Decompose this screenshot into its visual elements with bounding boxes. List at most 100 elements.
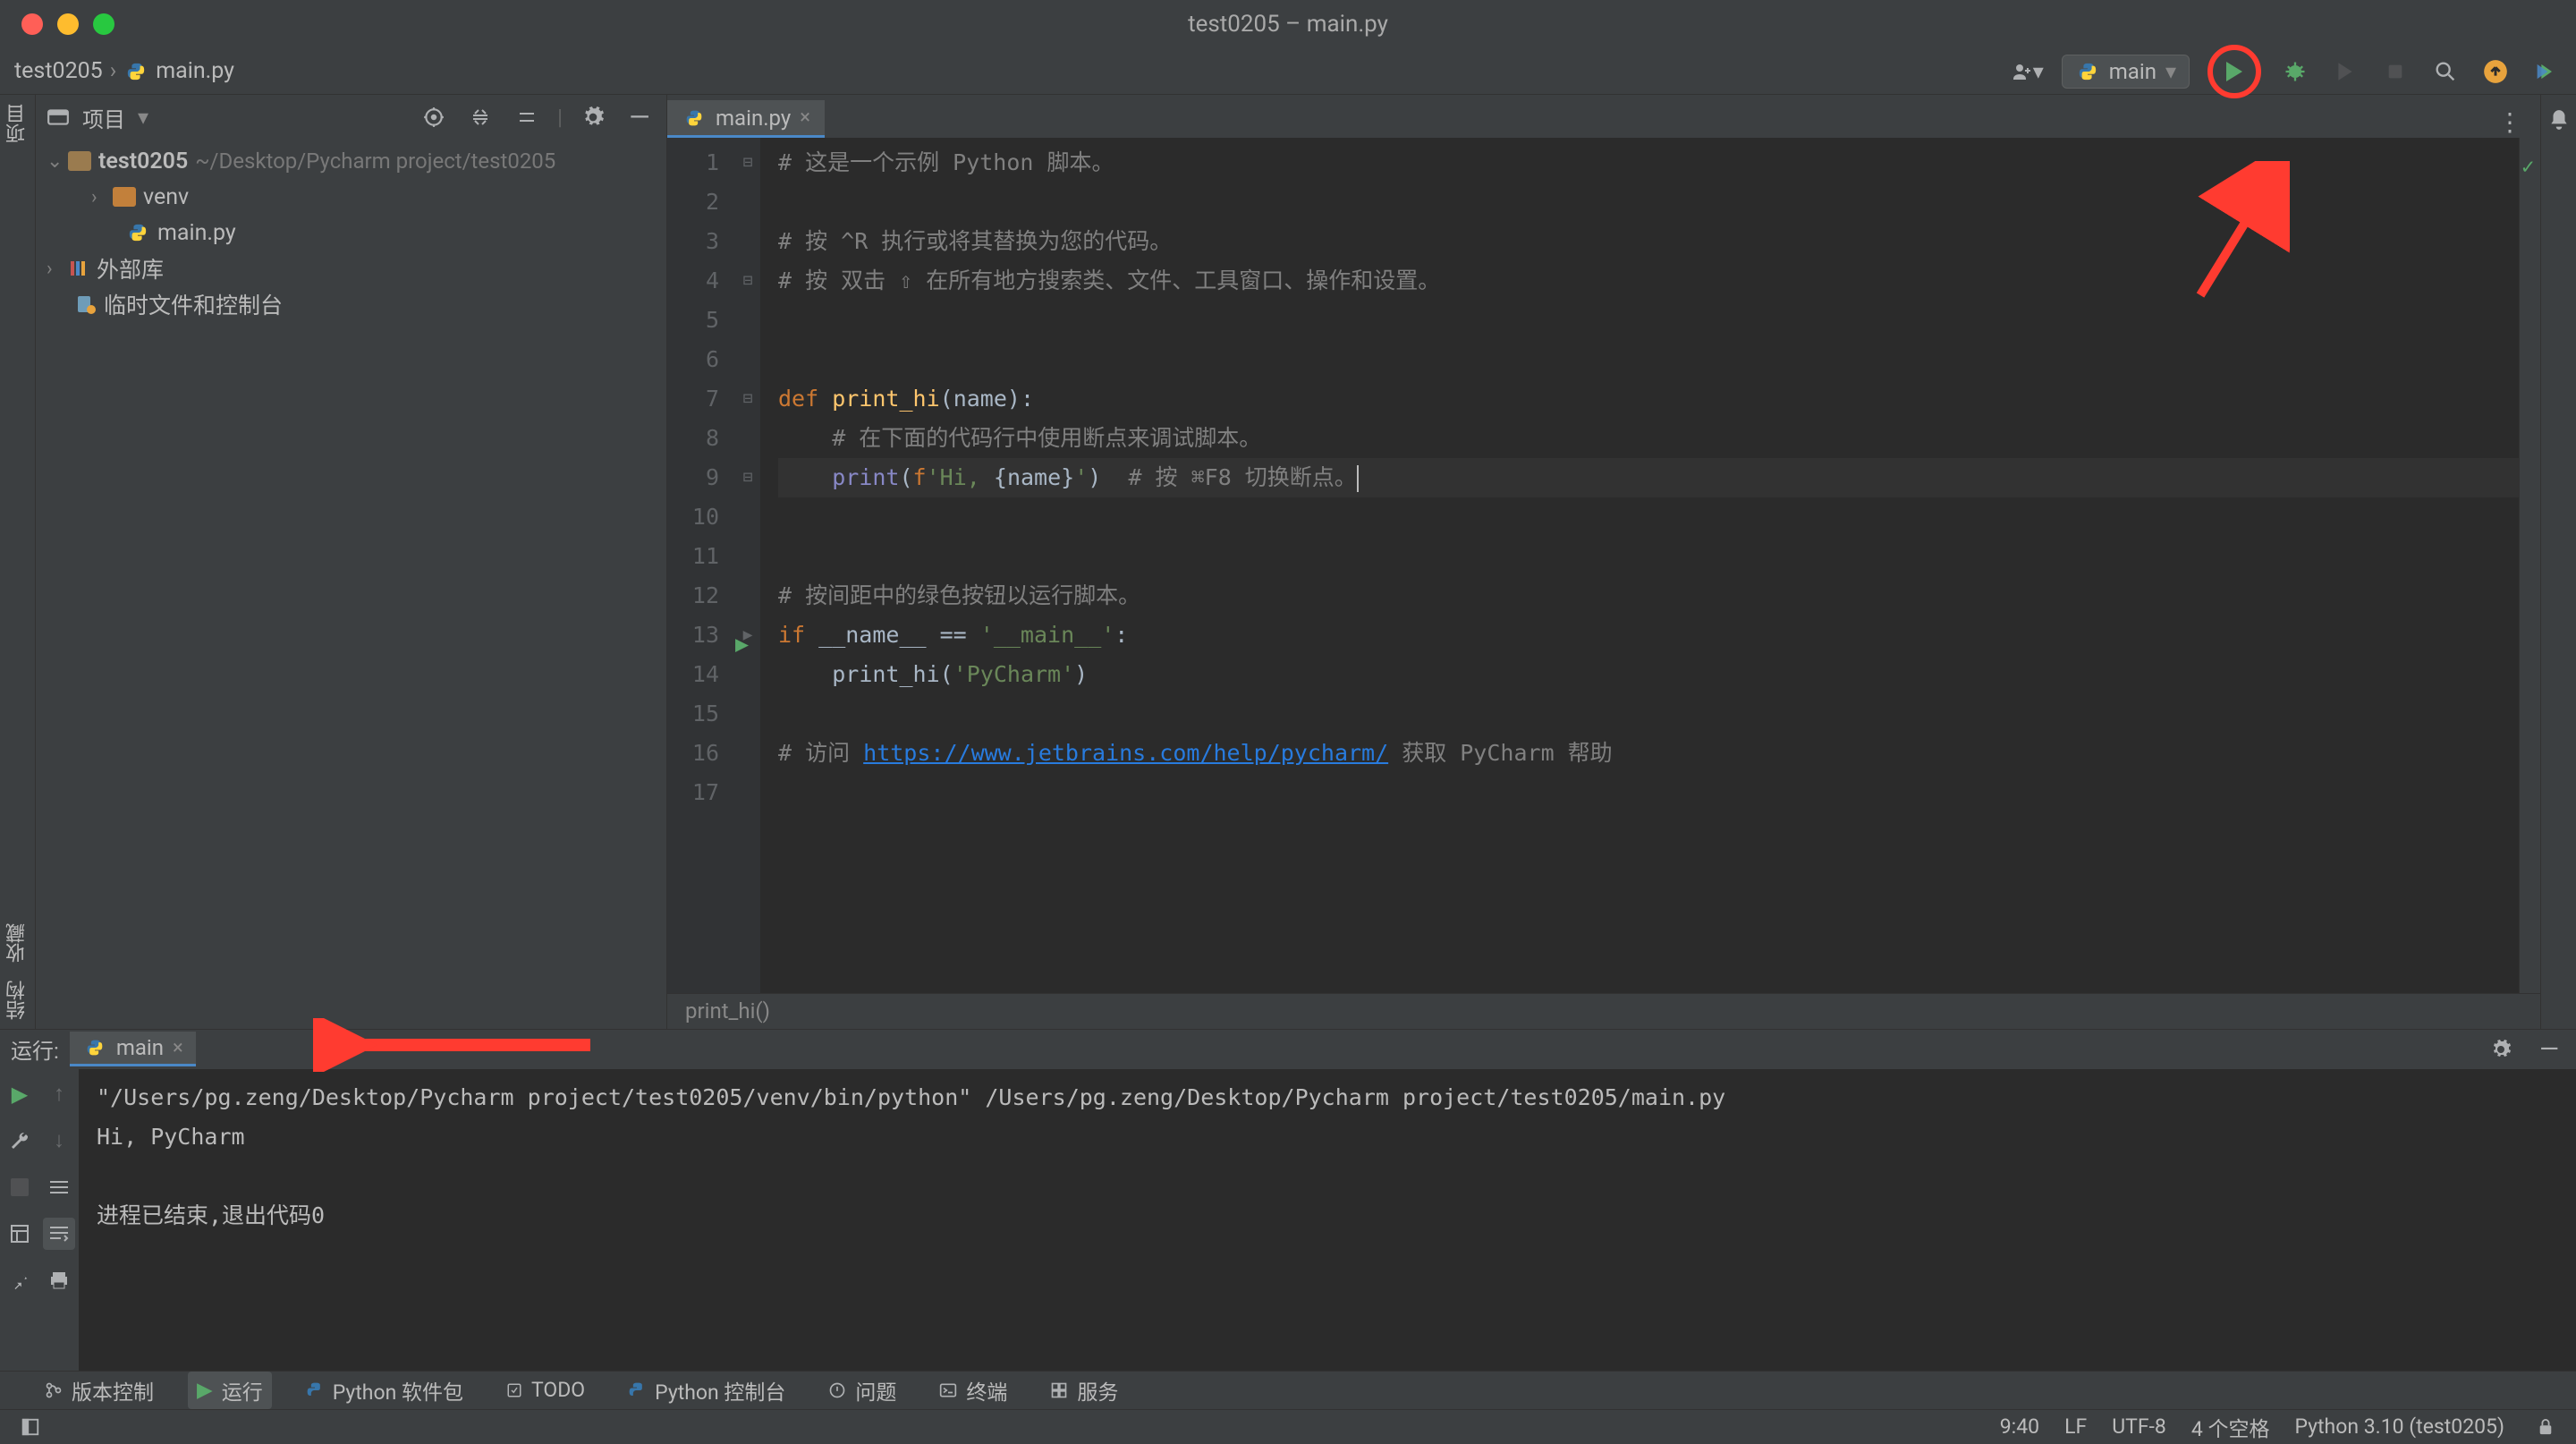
editor-tab-bar: main.py × ⋮	[667, 95, 2540, 138]
wrench-icon[interactable]	[4, 1125, 36, 1157]
editor-breadcrumb[interactable]: print_hi()	[667, 993, 2540, 1029]
breadcrumb-project[interactable]: test0205	[14, 58, 103, 84]
tree-item-scratches[interactable]: 临时文件和控制台	[36, 286, 666, 322]
tab-run[interactable]: ▶运行	[188, 1372, 272, 1409]
chevron-right-icon[interactable]: ›	[47, 258, 61, 280]
tab-problems[interactable]: 问题	[819, 1372, 905, 1409]
left-tool-gutter: 项目 收藏 结构	[0, 95, 36, 1029]
tree-item-venv[interactable]: › venv	[36, 179, 666, 215]
status-indent[interactable]: 4 个空格	[2191, 1412, 2270, 1442]
status-bar: 9:40 LF UTF-8 4 个空格 Python 3.10 (test020…	[0, 1409, 2576, 1444]
hide-panel-icon[interactable]: —	[623, 101, 656, 133]
tree-item-label: main.py	[157, 220, 236, 246]
gear-icon[interactable]	[2485, 1033, 2517, 1066]
tree-root[interactable]: ⌄ test0205 ~/Desktop/Pycharm project/tes…	[36, 143, 666, 179]
down-icon[interactable]: ↓	[43, 1125, 75, 1157]
status-line-ending[interactable]: LF	[2064, 1414, 2087, 1439]
pin-icon[interactable]	[4, 1264, 36, 1296]
status-encoding[interactable]: UTF-8	[2112, 1414, 2166, 1439]
close-window-button[interactable]	[21, 13, 43, 35]
tool-window-toggle-icon[interactable]	[14, 1411, 47, 1443]
add-user-icon[interactable]: ▾	[2012, 55, 2044, 88]
window-title: test0205 – main.py	[1188, 11, 1388, 38]
run-gutter-icon[interactable]: ▶	[735, 624, 749, 664]
code-with-me-icon[interactable]	[2529, 55, 2562, 88]
tree-item-label: venv	[143, 184, 189, 210]
code-content[interactable]: # 这是一个示例 Python 脚本。 # 按 ^R 执行或将其替换为您的代码。…	[760, 138, 2519, 993]
library-icon	[68, 258, 89, 279]
project-panel-header: 项目 ▾ | —	[36, 95, 666, 140]
project-view-icon	[47, 107, 70, 127]
breadcrumb[interactable]: test0205 › main.py	[14, 58, 234, 84]
layout-icon[interactable]	[4, 1218, 36, 1250]
minimize-window-button[interactable]	[57, 13, 79, 35]
run-tab[interactable]: main ×	[70, 1032, 196, 1066]
coverage-button[interactable]	[2329, 55, 2361, 88]
up-icon[interactable]: ↑	[43, 1078, 75, 1110]
tree-item-mainpy[interactable]: main.py	[36, 215, 666, 251]
code-editor[interactable]: 1 2 3 4 5 6 7 8 9 10 11 12 13 14 15 16 1…	[667, 138, 2540, 993]
maximize-window-button[interactable]	[93, 13, 114, 35]
python-icon	[2075, 59, 2100, 84]
breadcrumb-file[interactable]: main.py	[156, 58, 234, 84]
python-icon	[82, 1035, 107, 1060]
status-cursor-pos[interactable]: 9:40	[2000, 1414, 2039, 1439]
editor-tab-mainpy[interactable]: main.py ×	[667, 100, 825, 138]
scroll-to-end-icon[interactable]	[43, 1218, 75, 1250]
fold-gutter[interactable]: ⊟⊟⊟⊟▶	[735, 138, 760, 993]
expand-all-icon[interactable]	[464, 101, 496, 133]
close-tab-icon[interactable]: ×	[173, 1037, 183, 1059]
folder-icon	[113, 187, 136, 207]
tree-item-label: 临时文件和控制台	[104, 288, 283, 320]
run-button[interactable]	[2207, 45, 2261, 98]
tab-python-console[interactable]: Python 控制台	[619, 1372, 794, 1409]
run-console[interactable]: "/Users/pg.zeng/Desktop/Pycharm project/…	[79, 1069, 2576, 1371]
favorites-tool-button[interactable]: 收藏	[4, 923, 32, 963]
line-number-gutter: 1 2 3 4 5 6 7 8 9 10 11 12 13 14 15 16 1…	[667, 138, 735, 993]
scratches-icon	[75, 293, 97, 315]
tab-python-packages[interactable]: Python 软件包	[297, 1372, 472, 1409]
stop-button[interactable]	[2379, 55, 2411, 88]
close-tab-icon[interactable]: ×	[800, 106, 810, 129]
print-icon[interactable]	[43, 1264, 75, 1296]
notifications-icon[interactable]	[2543, 104, 2575, 136]
tab-services[interactable]: 服务	[1041, 1372, 1127, 1409]
python-file-icon	[123, 59, 148, 84]
run-tool-window: 运行: main × — ▶ ↑ ↓ "/Users/pg	[0, 1029, 2576, 1371]
search-button[interactable]	[2429, 55, 2462, 88]
tab-terminal[interactable]: 终端	[930, 1372, 1016, 1409]
debug-button[interactable]	[2279, 55, 2311, 88]
project-tool-button[interactable]: 项目	[4, 104, 32, 143]
status-interpreter[interactable]: Python 3.10 (test0205)	[2294, 1414, 2504, 1439]
soft-wrap-icon[interactable]	[43, 1171, 75, 1203]
run-title: 运行:	[11, 1033, 59, 1065]
structure-tool-button[interactable]: 结构	[4, 981, 32, 1020]
tab-label: main.py	[716, 106, 791, 131]
tree-root-label: test0205	[98, 149, 188, 174]
more-icon[interactable]: ⋮	[2494, 106, 2526, 138]
chevron-down-icon: ▾	[2165, 59, 2176, 84]
editor-inspection-strip[interactable]: ✓	[2519, 138, 2540, 993]
breadcrumb-sep: ›	[110, 58, 117, 84]
locate-icon[interactable]	[418, 101, 450, 133]
bottom-tool-tabs: 版本控制 ▶运行 Python 软件包 TODO Python 控制台 问题 终…	[0, 1371, 2576, 1409]
run-configuration-dropdown[interactable]: main ▾	[2062, 55, 2190, 89]
rerun-icon[interactable]: ▶	[4, 1078, 36, 1110]
tab-todo[interactable]: TODO	[497, 1374, 594, 1406]
chevron-right-icon[interactable]: ›	[91, 186, 106, 208]
tab-vcs[interactable]: 版本控制	[36, 1372, 163, 1409]
gear-icon[interactable]	[577, 101, 609, 133]
project-tree[interactable]: ⌄ test0205 ~/Desktop/Pycharm project/tes…	[36, 140, 666, 326]
console-cmd-line: "/Users/pg.zeng/Desktop/Pycharm project/…	[97, 1078, 2558, 1117]
project-panel-title[interactable]: 项目	[82, 102, 125, 133]
chevron-down-icon[interactable]: ⌄	[47, 150, 61, 173]
tree-item-external-libs[interactable]: › 外部库	[36, 251, 666, 286]
tree-item-label: 外部库	[97, 252, 164, 285]
collapse-all-icon[interactable]	[511, 101, 543, 133]
chevron-down-icon[interactable]: ▾	[138, 105, 148, 130]
stop-icon[interactable]	[4, 1171, 36, 1203]
hide-panel-icon[interactable]: —	[2533, 1033, 2565, 1066]
lock-icon[interactable]	[2529, 1411, 2562, 1443]
check-icon: ✓	[2521, 147, 2534, 186]
ide-updates-icon[interactable]	[2479, 55, 2512, 88]
